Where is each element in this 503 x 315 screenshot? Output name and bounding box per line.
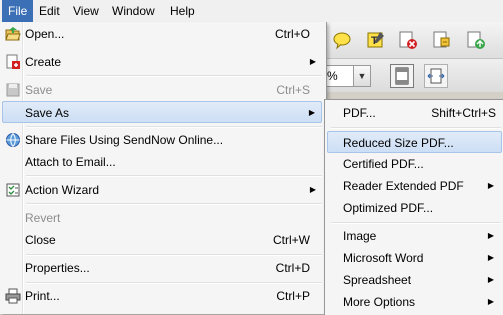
save-label: Save [25, 83, 53, 97]
file-menu: Open... Ctrl+O Create ▶ Save Ctrl+S Save… [0, 22, 327, 314]
fit-page-icon[interactable] [390, 64, 414, 88]
chevron-right-icon: ▶ [487, 275, 494, 284]
menu-item-reader-extended-pdf[interactable]: Reader Extended PDF ▶ [327, 175, 502, 197]
pdf-shortcut: Shift+Ctrl+S [431, 106, 496, 120]
reader-extended-label: Reader Extended PDF [343, 179, 464, 193]
menu-view[interactable]: View [67, 0, 105, 22]
spreadsheet-label: Spreadsheet [343, 273, 412, 287]
menu-separator [26, 203, 322, 205]
menu-item-save[interactable]: Save Ctrl+S [2, 79, 322, 101]
save-shortcut: Ctrl+S [276, 83, 310, 97]
attach-icon[interactable] [432, 30, 452, 50]
revert-label: Revert [25, 211, 61, 225]
attach-label: Attach to Email... [25, 155, 116, 169]
certified-label: Certified PDF... [343, 157, 424, 171]
save-as-label: Save As [25, 106, 70, 120]
menu-item-more-options[interactable]: More Options ▶ [327, 291, 502, 313]
menu-item-attach[interactable]: Attach to Email... [2, 151, 322, 173]
fit-width-icon[interactable] [424, 64, 448, 88]
menu-window[interactable]: Window [106, 0, 161, 22]
print-label: Print... [25, 289, 60, 303]
menu-separator [331, 222, 501, 224]
menu-separator [331, 127, 501, 129]
open-label: Open... [25, 27, 65, 41]
text-edit-icon[interactable]: T [366, 30, 386, 50]
menu-item-microsoft-word[interactable]: Microsoft Word ▶ [327, 247, 502, 269]
action-wizard-icon [6, 183, 20, 197]
properties-label: Properties... [25, 261, 90, 275]
menu-separator [26, 254, 322, 256]
share-label: Share Files Using SendNow Online... [25, 133, 224, 147]
menu-separator [26, 75, 322, 77]
comment-icon[interactable] [332, 30, 352, 50]
menu-item-save-pdf[interactable]: PDF... Shift+Ctrl+S [327, 102, 502, 124]
save-as-submenu: PDF... Shift+Ctrl+S Reduced Size PDF... … [324, 99, 503, 315]
menu-separator [26, 282, 322, 284]
toolbar-row-top: T [320, 22, 503, 59]
menu-item-share[interactable]: Share Files Using SendNow Online... [2, 129, 322, 151]
create-pdf-icon [6, 54, 20, 69]
chevron-right-icon: ▶ [309, 185, 316, 194]
menu-item-create[interactable]: Create ▶ [2, 51, 322, 73]
toolbar-row-bottom: % ▼ [320, 59, 503, 92]
open-folder-icon [5, 27, 21, 41]
menu-item-print[interactable]: Print... Ctrl+P [2, 285, 322, 307]
chevron-right-icon: ▶ [487, 181, 494, 190]
menu-item-reduced-size-pdf[interactable]: Reduced Size PDF... [327, 131, 502, 153]
close-label: Close [25, 233, 56, 247]
menu-item-save-as[interactable]: Save As ▶ [2, 101, 322, 123]
menu-item-spreadsheet[interactable]: Spreadsheet ▶ [327, 269, 502, 291]
menu-separator [26, 126, 322, 128]
menu-file[interactable]: File [2, 0, 34, 22]
pdf-label: PDF... [343, 106, 376, 120]
menu-item-action-wizard[interactable]: Action Wizard ▶ [2, 179, 322, 201]
menu-separator [26, 175, 322, 177]
chevron-right-icon: ▶ [309, 57, 316, 66]
image-label: Image [343, 229, 377, 243]
close-shortcut: Ctrl+W [273, 233, 310, 247]
delete-icon[interactable] [398, 30, 418, 50]
reduced-label: Reduced Size PDF... [343, 136, 454, 150]
chevron-right-icon: ▶ [308, 108, 315, 117]
menu-bar: File Edit View Window Help [0, 0, 503, 23]
chevron-right-icon: ▶ [487, 253, 494, 262]
share-icon[interactable] [466, 30, 486, 50]
chevron-right-icon: ▶ [487, 231, 494, 240]
menu-edit[interactable]: Edit [33, 0, 66, 22]
zoom-dropdown-button[interactable]: ▼ [353, 65, 371, 87]
toolbar-background: T % ▼ [320, 22, 503, 92]
print-shortcut: Ctrl+P [276, 289, 310, 303]
create-label: Create [25, 55, 62, 69]
menu-item-close[interactable]: Close Ctrl+W [2, 229, 322, 251]
word-label: Microsoft Word [343, 251, 424, 265]
sendnow-globe-icon [6, 133, 20, 147]
menu-item-properties[interactable]: Properties... Ctrl+D [2, 257, 322, 279]
menu-item-open[interactable]: Open... Ctrl+O [2, 23, 322, 45]
action-wizard-label: Action Wizard [25, 183, 100, 197]
open-shortcut: Ctrl+O [274, 27, 310, 41]
save-disk-icon [6, 83, 20, 97]
menu-item-certified-pdf[interactable]: Certified PDF... [327, 153, 502, 175]
more-options-label: More Options [343, 295, 416, 309]
optimized-label: Optimized PDF... [343, 201, 434, 215]
chevron-right-icon: ▶ [487, 297, 494, 306]
menu-item-image[interactable]: Image ▶ [327, 225, 502, 247]
menu-item-optimized-pdf[interactable]: Optimized PDF... [327, 197, 502, 219]
properties-shortcut: Ctrl+D [275, 261, 310, 275]
menu-help[interactable]: Help [164, 0, 201, 22]
printer-icon [5, 288, 21, 304]
menu-item-revert[interactable]: Revert [2, 207, 322, 229]
